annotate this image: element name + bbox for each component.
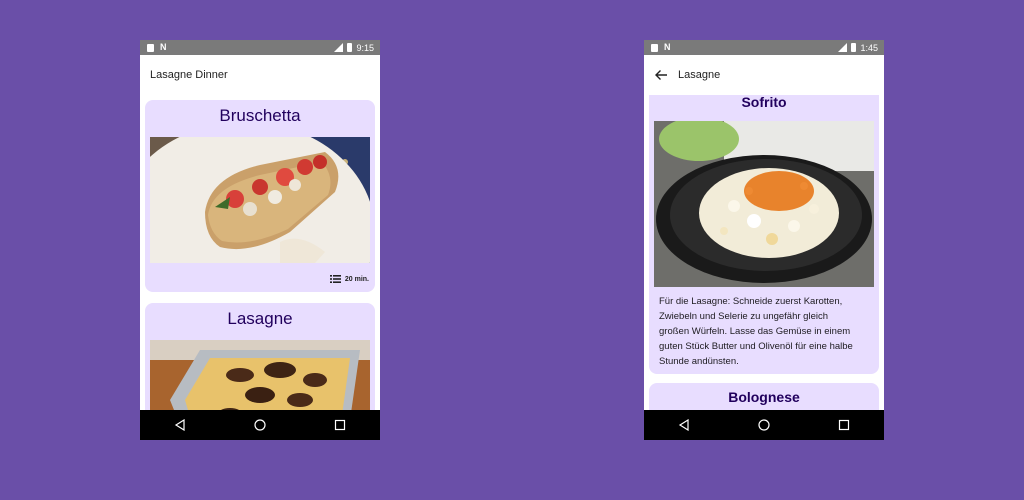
step-card-bolognese: Bolognese <box>649 383 879 410</box>
step-text-line: Zwiebeln und Selerie zu ungefähr gleich <box>659 311 828 322</box>
recipe-card-lasagne[interactable]: Lasagne <box>145 303 375 410</box>
app-bar-title: Lasagne <box>678 69 721 81</box>
phone-screen-detail: N 1:45 Lasagne Sofrito Für die Lasagne: … <box>644 40 884 440</box>
recents-icon[interactable] <box>838 419 850 431</box>
step-text-line: Für die Lasagne: Schneide zuerst Karotte… <box>659 296 843 307</box>
recipe-card-bruschetta[interactable]: Bruschetta 20 min. <box>145 100 375 292</box>
step-text-line: großen Würfeln. Lasse das Gemüse in eine… <box>659 326 851 337</box>
app-bar-title: Lasagne Dinner <box>150 69 228 81</box>
system-nav-bar <box>644 410 884 440</box>
sd-card-icon <box>651 43 658 52</box>
list-icon <box>329 275 341 283</box>
recipe-card-title: Lasagne <box>227 309 293 328</box>
recipe-duration-text: 20 min. <box>344 275 369 283</box>
status-time: 9:15 <box>356 42 374 53</box>
back-icon[interactable] <box>174 419 186 431</box>
n-icon: N <box>664 42 671 52</box>
recents-icon[interactable] <box>334 419 346 431</box>
back-icon[interactable] <box>678 419 690 431</box>
sd-card-icon <box>147 43 154 52</box>
arrow-left-icon[interactable] <box>654 68 668 82</box>
sofrito-pan-photo <box>654 121 874 287</box>
signal-icon <box>334 43 344 52</box>
step-description: Für die Lasagne: Schneide zuerst Karotte… <box>659 294 871 369</box>
step-text-line: Stunde andünsten. <box>659 356 739 367</box>
step-text-line: guten Stück Butter und Olivenöl für eine… <box>659 341 853 352</box>
status-bar: N 1:45 <box>644 40 884 55</box>
lasagne-photo <box>150 340 370 410</box>
recipe-list[interactable]: Bruschetta 20 min. Lasagne <box>140 95 380 410</box>
battery-icon <box>851 43 857 52</box>
step-card-sofrito: Sofrito Für die Lasagne: Schneide zuerst… <box>649 95 879 374</box>
recipe-duration: 20 min. <box>329 275 369 283</box>
n-icon: N <box>160 42 167 52</box>
recipe-steps[interactable]: Sofrito Für die Lasagne: Schneide zuerst… <box>644 95 884 410</box>
app-bar: Lasagne Dinner <box>140 55 380 95</box>
bruschetta-photo <box>150 137 370 263</box>
system-nav-bar <box>140 410 380 440</box>
recipe-card-title: Bruschetta <box>219 106 301 125</box>
home-icon[interactable] <box>254 419 266 431</box>
step-title: Bolognese <box>728 389 800 405</box>
app-bar: Lasagne <box>644 55 884 95</box>
battery-icon <box>347 43 353 52</box>
home-icon[interactable] <box>758 419 770 431</box>
status-time: 1:45 <box>860 42 878 53</box>
status-bar: N 9:15 <box>140 40 380 55</box>
phone-screen-list: N 9:15 Lasagne Dinner Bruschetta 20 min.… <box>140 40 380 440</box>
step-title: Sofrito <box>741 95 787 110</box>
signal-icon <box>838 43 848 52</box>
